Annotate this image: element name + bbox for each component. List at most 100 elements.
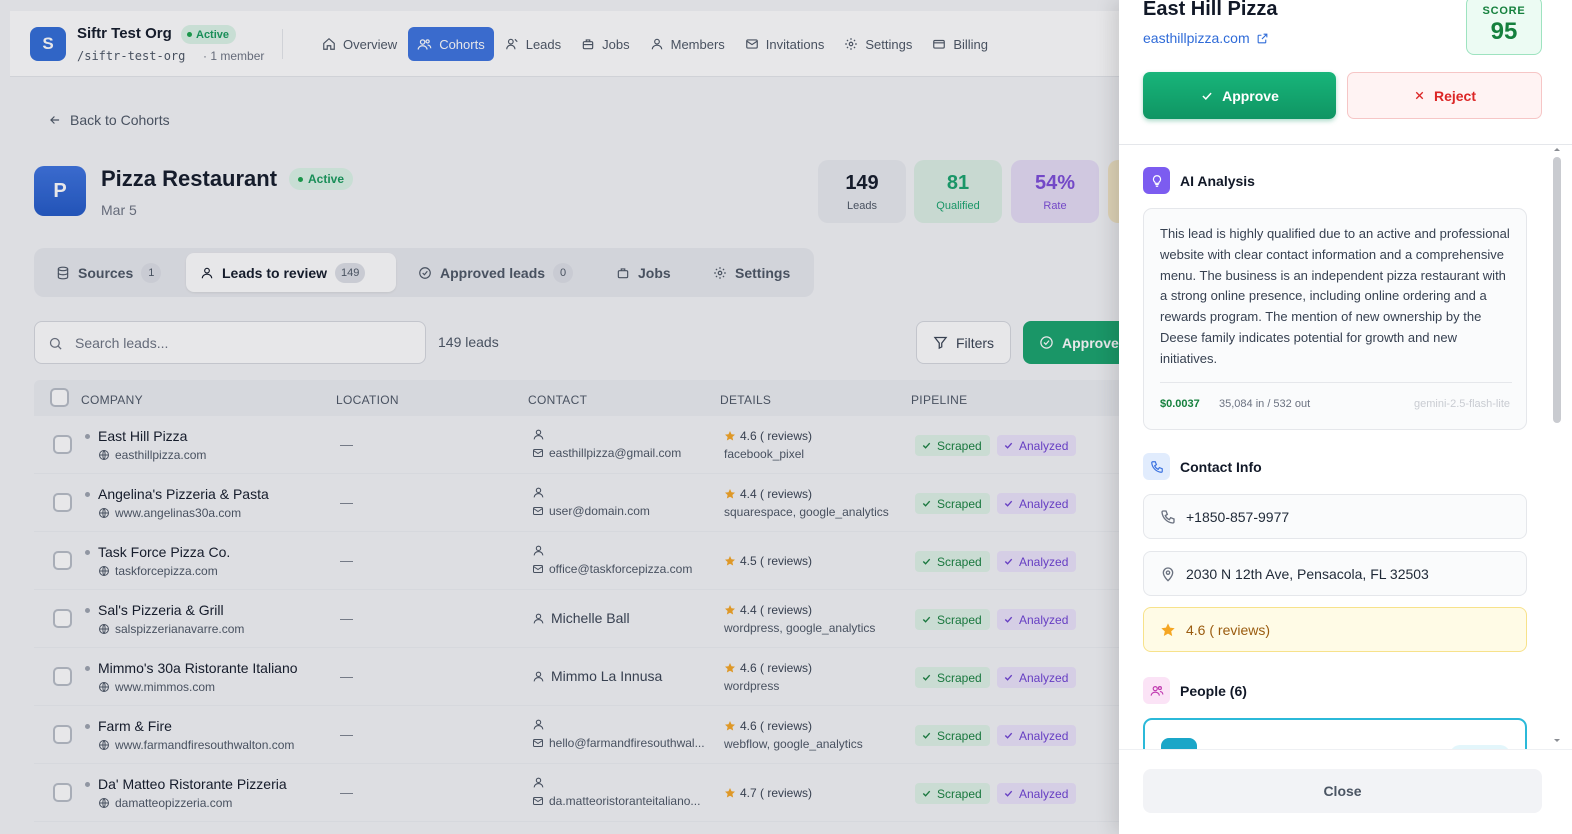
table-row[interactable]: Farm & Fire www.farmandfiresouthwalton.co… bbox=[34, 706, 1132, 764]
table-row[interactable]: Mimmo's 30a Ristorante Italiano www.mimmo… bbox=[34, 648, 1132, 706]
status-dot bbox=[85, 608, 90, 613]
rating: 4.6 ( reviews) bbox=[724, 661, 812, 675]
row-checkbox[interactable] bbox=[53, 725, 72, 744]
nav-item-overview[interactable]: Overview bbox=[313, 27, 406, 61]
company-name-value: Da' Matteo Ristorante Pizzeria bbox=[98, 776, 287, 792]
approve-all-button[interactable]: Approve bbox=[1023, 321, 1133, 364]
tab-label: Approved leads bbox=[440, 264, 546, 281]
tab-jobs[interactable]: Jobs bbox=[602, 253, 685, 292]
company-website[interactable]: www.angelinas30a.com bbox=[98, 506, 241, 520]
column-header: CONTACT bbox=[528, 393, 588, 407]
close-button[interactable]: Close bbox=[1143, 769, 1542, 813]
row-checkbox[interactable] bbox=[53, 551, 72, 570]
nav-item-members[interactable]: Members bbox=[641, 27, 734, 61]
contact-email: da.matteoristoranteitaliano... bbox=[532, 794, 700, 808]
search-input[interactable] bbox=[75, 332, 415, 354]
company-name: Task Force Pizza Co. bbox=[85, 544, 230, 560]
contact-phone[interactable]: +1850-857-9977 bbox=[1143, 494, 1527, 539]
lightbulb-icon bbox=[1143, 167, 1170, 194]
nav-divider bbox=[282, 29, 283, 59]
people-heading-label: People (6) bbox=[1180, 682, 1247, 699]
row-checkbox[interactable] bbox=[53, 493, 72, 512]
contact-heading-label: Contact Info bbox=[1180, 458, 1262, 475]
table-row[interactable]: Da' Matteo Ristorante Pizzeria damatteopi… bbox=[34, 764, 1132, 822]
ai-analysis-heading: AI Analysis bbox=[1143, 167, 1255, 194]
check-icon bbox=[1003, 556, 1014, 567]
company-website[interactable]: salspizzerianavarre.com bbox=[98, 622, 244, 636]
cohort-avatar: P bbox=[34, 166, 86, 216]
table-row[interactable]: Task Force Pizza Co. taskforcepizza.com — o… bbox=[34, 532, 1132, 590]
location: — bbox=[340, 553, 353, 568]
mail-icon bbox=[745, 37, 759, 51]
company-website[interactable]: easthillpizza.com bbox=[98, 448, 206, 462]
company-name: Farm & Fire bbox=[85, 718, 172, 734]
location: — bbox=[340, 727, 353, 742]
company-name-value: Sal's Pizzeria & Grill bbox=[98, 602, 224, 618]
drawer-scroll-area[interactable]: AI Analysis This lead is highly qualifie… bbox=[1119, 145, 1572, 749]
rating: 4.4 ( reviews) bbox=[724, 603, 812, 617]
company-website[interactable]: damatteopizzeria.com bbox=[98, 796, 232, 810]
reject-button[interactable]: Reject bbox=[1347, 72, 1542, 119]
person-icon bbox=[532, 670, 545, 683]
drawer-scrollbar[interactable] bbox=[1551, 145, 1563, 749]
company-website[interactable]: www.mimmos.com bbox=[98, 680, 215, 694]
contact-address-value: 2030 N 12th Ave, Pensacola, FL 32503 bbox=[1186, 565, 1429, 582]
company-website[interactable]: www.farmandfiresouthwalton.com bbox=[98, 738, 294, 752]
contact-email-value: office@taskforcepizza.com bbox=[549, 562, 693, 576]
mail-icon bbox=[532, 563, 544, 575]
company-name: Mimmo's 30a Ristorante Italiano bbox=[85, 660, 298, 676]
main-nav: Overview Cohorts Leads Jobs Members Invi… bbox=[313, 27, 997, 61]
nav-item-billing[interactable]: Billing bbox=[923, 27, 997, 61]
row-checkbox[interactable] bbox=[53, 783, 72, 802]
tab-settings[interactable]: Settings bbox=[699, 253, 804, 292]
tab-approved-leads[interactable]: Approved leads 0 bbox=[404, 253, 587, 292]
nav-item-label: Leads bbox=[525, 36, 562, 52]
globe-icon bbox=[98, 739, 110, 751]
scraped-label: Scraped bbox=[937, 496, 982, 511]
nav-item-leads[interactable]: Leads bbox=[496, 27, 570, 61]
stat-value: 81 bbox=[946, 171, 970, 194]
org-status-label: Active bbox=[196, 28, 230, 41]
check-circle-icon bbox=[1039, 335, 1054, 350]
score-label: SCORE bbox=[1482, 5, 1526, 17]
check-icon bbox=[921, 556, 932, 567]
briefcase-icon bbox=[616, 266, 630, 280]
check-icon bbox=[1200, 89, 1214, 103]
contact-address[interactable]: 2030 N 12th Ave, Pensacola, FL 32503 bbox=[1143, 551, 1527, 596]
home-icon bbox=[322, 37, 336, 51]
check-icon bbox=[921, 730, 932, 741]
lead-website-link[interactable]: easthillpizza.com bbox=[1143, 30, 1269, 46]
approve-button[interactable]: Approve bbox=[1143, 72, 1336, 119]
company-website[interactable]: taskforcepizza.com bbox=[98, 564, 218, 578]
table-row[interactable]: Sal's Pizzeria & Grill salspizzerianavarr… bbox=[34, 590, 1132, 648]
table-row[interactable]: Angelina's Pizzeria & Pasta www.angelinas… bbox=[34, 474, 1132, 532]
scraped-badge: Scraped bbox=[915, 725, 990, 746]
nav-item-settings[interactable]: Settings bbox=[835, 27, 921, 61]
scraped-label: Scraped bbox=[937, 612, 982, 627]
tab-leads-to-review[interactable]: Leads to review 149 bbox=[186, 253, 396, 292]
user-review-icon bbox=[200, 266, 214, 280]
stat-value: 149 bbox=[845, 171, 879, 194]
back-to-cohorts-link[interactable]: Back to Cohorts bbox=[48, 112, 170, 128]
map-pin-icon bbox=[1160, 566, 1176, 582]
status-dot bbox=[187, 32, 192, 37]
org-name: Siftr Test Org bbox=[77, 25, 172, 42]
nav-item-cohorts[interactable]: Cohorts bbox=[408, 27, 494, 61]
nav-item-invitations[interactable]: Invitations bbox=[736, 27, 834, 61]
select-all-checkbox[interactable] bbox=[50, 388, 69, 407]
person-icon bbox=[532, 544, 545, 557]
row-checkbox[interactable] bbox=[53, 667, 72, 686]
filters-button[interactable]: Filters bbox=[916, 321, 1011, 364]
nav-item-jobs[interactable]: Jobs bbox=[572, 27, 638, 61]
globe-icon bbox=[98, 565, 110, 577]
contact-email-value: easthillpizza@gmail.com bbox=[549, 446, 682, 460]
table-row[interactable]: East Hill Pizza easthillpizza.com — easthil… bbox=[34, 416, 1132, 474]
row-checkbox[interactable] bbox=[53, 435, 72, 454]
person-card[interactable] bbox=[1143, 718, 1527, 749]
scrollbar-thumb[interactable] bbox=[1553, 157, 1561, 423]
row-checkbox[interactable] bbox=[53, 609, 72, 628]
contact-email: easthillpizza@gmail.com bbox=[532, 446, 681, 460]
stat-qualified: 81 Qualified bbox=[914, 160, 1002, 223]
tab-label: Jobs bbox=[638, 264, 671, 281]
tab-sources[interactable]: Sources 1 bbox=[42, 253, 175, 292]
